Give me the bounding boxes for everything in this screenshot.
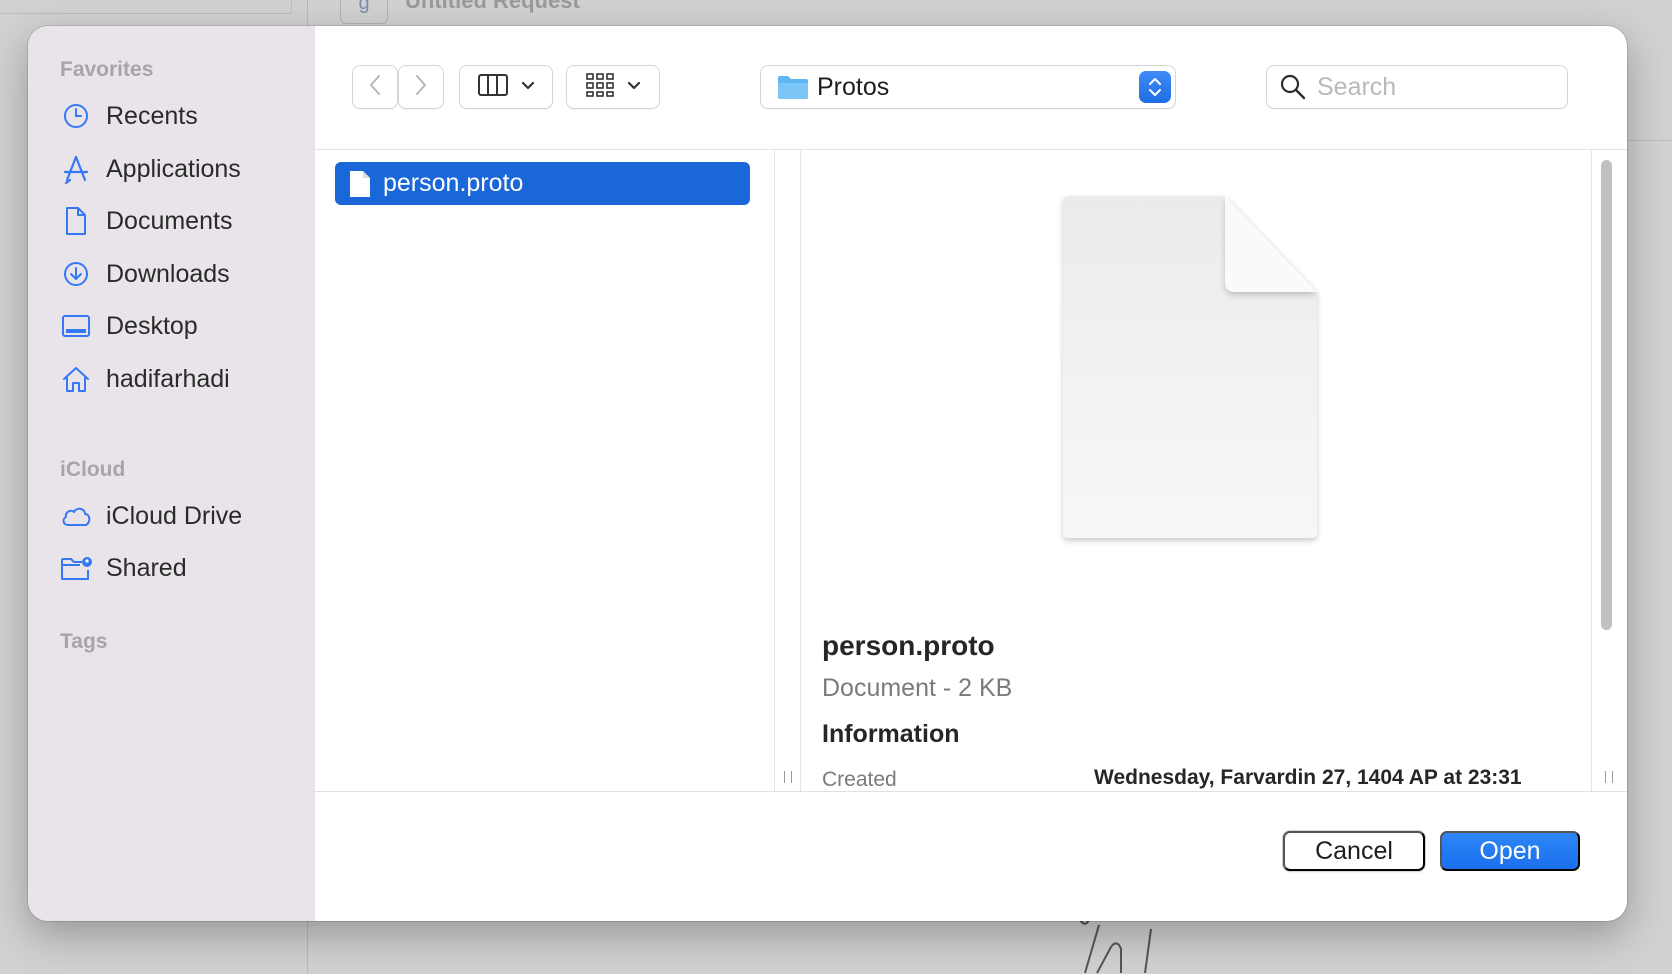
applications-icon [60, 153, 92, 185]
sidebar-item-home[interactable]: hadifarhadi [60, 359, 300, 399]
forward-button[interactable] [399, 66, 443, 108]
open-button[interactable]: Open [1440, 831, 1580, 871]
file-row-selected[interactable]: person.proto [335, 162, 750, 205]
sidebar-item-applications[interactable]: Applications [60, 149, 300, 189]
main-panel: Protos person.proto [315, 26, 1627, 921]
file-name: person.proto [383, 169, 524, 197]
view-mode-button[interactable] [460, 66, 552, 108]
sidebar-item-label: Recents [106, 101, 198, 130]
download-icon [60, 258, 92, 290]
clock-icon [60, 100, 92, 132]
shared-folder-icon [60, 552, 92, 584]
sidebar-item-recents[interactable]: Recents [60, 96, 300, 136]
sidebar-item-shared[interactable]: Shared [60, 548, 300, 588]
location-label: Protos [817, 72, 890, 101]
sidebar-item-label: Shared [106, 553, 187, 582]
preview-file-name: person.proto [822, 630, 995, 661]
background-tab-glyph: g [340, 0, 388, 24]
back-button[interactable] [353, 66, 397, 108]
desktop-icon [60, 310, 92, 342]
sidebar-item-downloads[interactable]: Downloads [60, 254, 300, 294]
column-resize-handle[interactable] [775, 150, 801, 791]
folder-icon [777, 74, 809, 100]
background-drawing-icon [1076, 915, 1152, 974]
cloud-icon [60, 500, 92, 532]
sidebar-section-icloud: iCloud [60, 458, 126, 481]
cancel-button[interactable]: Cancel [1283, 831, 1425, 871]
file-icon [349, 170, 371, 198]
group-by-button[interactable] [567, 66, 659, 108]
chevron-right-icon [414, 74, 428, 101]
toolbar: Protos [315, 26, 1627, 150]
sidebar: Favorites Recents Applications Documents… [28, 26, 315, 921]
search-field[interactable] [1267, 66, 1567, 108]
search-input[interactable] [1317, 72, 1547, 102]
background-panel [0, 0, 292, 14]
chevron-down-icon [627, 78, 641, 96]
sidebar-item-icloud-drive[interactable]: iCloud Drive [60, 496, 300, 536]
file-browser: person.proto person.proto Document - 2 K… [315, 150, 1627, 791]
background-divider-right [1627, 140, 1672, 141]
chevron-left-icon [368, 74, 382, 101]
updown-chevron-icon [1139, 71, 1171, 103]
open-file-dialog: Favorites Recents Applications Documents… [28, 26, 1627, 921]
file-column: person.proto [315, 150, 775, 791]
sidebar-item-desktop[interactable]: Desktop [60, 306, 300, 346]
sidebar-item-label: Documents [106, 206, 233, 235]
sidebar-item-documents[interactable]: Documents [60, 201, 300, 241]
preview-scrollbar[interactable] [1591, 150, 1627, 791]
sidebar-item-label: iCloud Drive [106, 501, 243, 530]
sidebar-item-label: Applications [106, 154, 241, 183]
sidebar-item-label: Downloads [106, 259, 230, 288]
preview-pane: person.proto Document - 2 KB Information… [802, 150, 1591, 791]
grid-icon [585, 72, 615, 103]
sidebar-item-label: Desktop [106, 311, 198, 340]
created-label: Created [822, 768, 897, 791]
search-icon [1279, 73, 1307, 101]
sidebar-section-tags: Tags [60, 630, 108, 653]
home-icon [60, 363, 92, 395]
background-tab-title: Untitled Request [405, 0, 580, 13]
resize-grip-icon [784, 771, 792, 783]
resize-grip-icon [1605, 771, 1613, 783]
columns-view-icon [477, 73, 509, 102]
document-icon [60, 205, 92, 237]
chevron-down-icon [521, 78, 535, 96]
dialog-footer: Cancel Open [315, 791, 1627, 921]
preview-file-kind: Document - 2 KB [822, 674, 1013, 702]
location-popup[interactable]: Protos [761, 66, 1175, 108]
sidebar-section-favorites: Favorites [60, 58, 154, 81]
created-value: Wednesday, Farvardin 27, 1404 AP at 23:3… [1094, 766, 1522, 789]
document-preview-icon [1063, 196, 1317, 538]
preview-info-heading: Information [822, 720, 960, 748]
sidebar-item-label: hadifarhadi [106, 364, 230, 393]
scrollbar-thumb[interactable] [1601, 160, 1612, 630]
